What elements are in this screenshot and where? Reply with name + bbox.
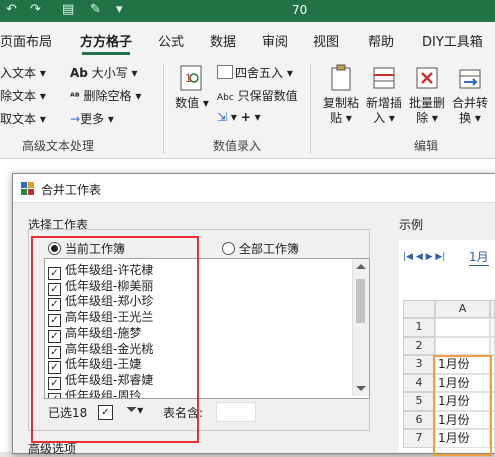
round-button[interactable]: 四舍五入 ▾ [217, 64, 293, 81]
svg-text:1: 1 [185, 72, 192, 85]
grid-corner [403, 300, 435, 318]
more-arrow-icon: → [70, 112, 81, 126]
group-label-edit: 编辑 [414, 139, 439, 153]
ribbon-tab-bar [0, 22, 495, 59]
ribbon-item-extract-text[interactable]: 取文本 ▾ [0, 110, 46, 127]
round-icon [217, 65, 233, 79]
group-label-number: 数值录入 [213, 139, 262, 153]
radio-all-workbooks[interactable]: 全部工作簿 [222, 240, 299, 257]
row-header: 4 [403, 373, 435, 392]
number-button[interactable]: 1 数值 ▾ [172, 64, 212, 111]
fill-button[interactable]: ⇲ ▾ + ▾ [217, 110, 261, 124]
more-button[interactable]: →更多 ▾ [70, 110, 114, 127]
group-label-text: 高级文本处理 [22, 139, 95, 153]
sheet-nav-arrows[interactable]: |◀ ◀ ▶ ▶| [403, 252, 445, 262]
case-button[interactable]: Ab 大小写 ▾ [70, 64, 138, 81]
tab-7[interactable]: DIY工具箱 [422, 28, 483, 58]
tab-4[interactable]: 审阅 [262, 28, 288, 58]
qat-dropdown-icon[interactable]: ▾ [116, 2, 123, 17]
redo-icon[interactable]: ↷ [30, 2, 41, 17]
row-header: 5 [403, 392, 435, 411]
tab-5[interactable]: 视图 [313, 28, 339, 58]
tab-2[interactable]: 公式 [158, 28, 184, 58]
preview-sheet-tab[interactable]: 1月 [469, 248, 489, 266]
remove-space-icon: ᴬᴮ [70, 92, 80, 103]
merge-icon [459, 69, 481, 89]
undo-icon[interactable]: ↶ [6, 2, 17, 17]
row-header: 2 [403, 336, 435, 355]
title-bar: ↶ ↷ ▤ ✎ ▾ 70 [0, 0, 495, 22]
number-icon: 1 [180, 65, 202, 91]
tab-0[interactable]: 页面布局 [0, 28, 52, 58]
keep-value-icon: Abc [217, 93, 234, 103]
row-header: 7 [403, 429, 435, 448]
scroll-down-icon[interactable] [356, 386, 366, 391]
tab-1[interactable]: 方方格子 [80, 28, 132, 58]
grid-cell [490, 318, 495, 337]
column-header-a: A [435, 300, 490, 318]
document-title: 70 [292, 3, 308, 17]
ribbon-separator [310, 64, 311, 154]
ribbon-item-insert-text[interactable]: 入文本 ▾ [0, 64, 46, 81]
remove-space-button[interactable]: ᴬᴮ 删除空格 ▾ [70, 87, 141, 104]
app-icon [21, 182, 34, 195]
print-preview-icon[interactable]: ▤ [62, 2, 74, 17]
keep-value-button[interactable]: Abc 只保留数值 [217, 87, 298, 104]
delete-grid-icon [416, 67, 438, 89]
tab-6[interactable]: 帮助 [368, 28, 394, 58]
scroll-up-icon[interactable] [356, 264, 366, 269]
new-insert-button[interactable]: 新增插入 ▾ [363, 64, 405, 126]
grid-cell [490, 336, 495, 355]
case-icon: Ab [70, 66, 88, 80]
sheet-list-scrollbar[interactable] [352, 259, 369, 396]
grid-cell [435, 336, 490, 355]
clipboard-icon [331, 64, 351, 91]
tab-3[interactable]: 数据 [210, 28, 236, 58]
column-header-b [490, 300, 495, 318]
plus-icon: + [240, 110, 251, 124]
row-header: 6 [403, 410, 435, 429]
fill-icon: ⇲ [217, 110, 228, 124]
copy-paste-button[interactable]: 复制粘贴 ▾ [320, 64, 362, 126]
merge-convert-button[interactable]: 合并转换 ▾ [449, 64, 491, 126]
dialog-titlebar[interactable]: 合并工作表 [13, 174, 495, 203]
example-label: 示例 [399, 218, 424, 232]
row-header: 3 [403, 355, 435, 374]
sheet-name-input[interactable] [216, 402, 256, 422]
row-header: 1 [403, 318, 435, 337]
grid-cell [435, 318, 490, 337]
insert-icon [373, 67, 395, 89]
highlight-red-box [31, 236, 199, 443]
ribbon-item-delete-text[interactable]: 除文本 ▾ [0, 87, 46, 104]
highlight-orange-box [433, 355, 492, 456]
batch-delete-button[interactable]: 批量删除 ▾ [406, 64, 448, 126]
radio-dot-icon [222, 242, 235, 255]
ribbon-separator [163, 64, 164, 154]
dialog-title: 合并工作表 [41, 183, 102, 197]
scroll-thumb[interactable] [356, 279, 365, 323]
format-painter-icon[interactable]: ✎ [90, 2, 101, 17]
